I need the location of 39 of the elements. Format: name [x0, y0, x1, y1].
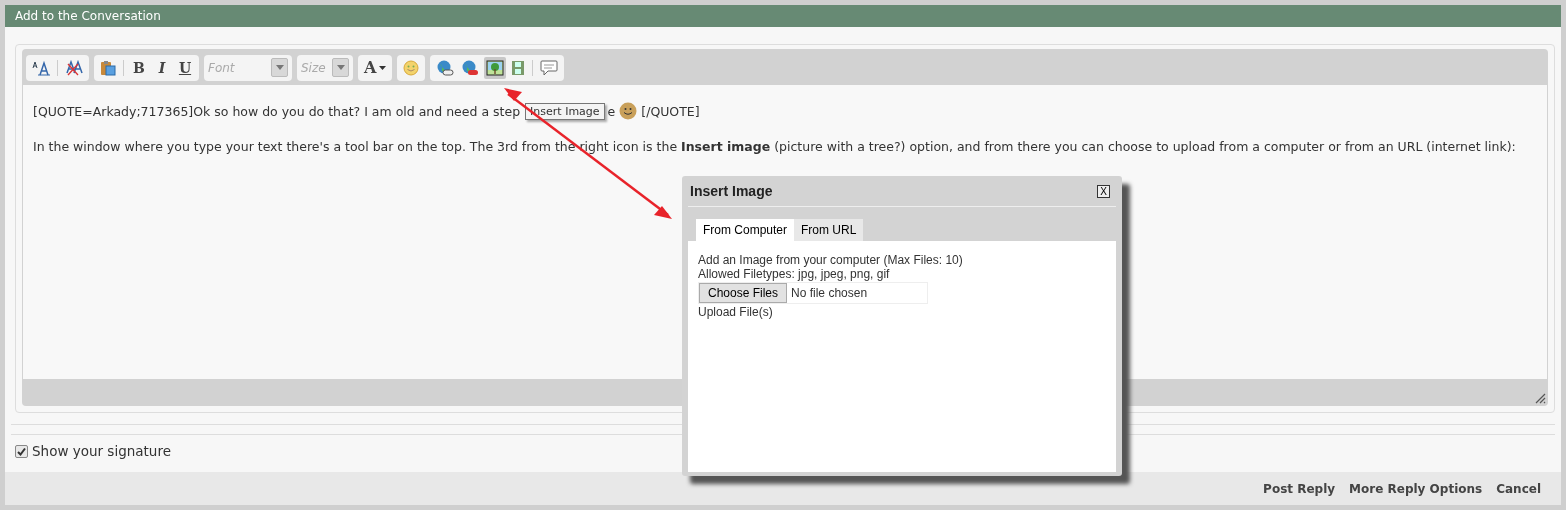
- checkbox[interactable]: [15, 444, 28, 458]
- tree-picture-icon: [486, 59, 505, 76]
- smiley-icon: [619, 102, 638, 120]
- info-text: Add an Image from your computer (Max Files: 10): [698, 253, 964, 267]
- smiley-icon: [403, 59, 420, 76]
- close-button[interactable]: X: [1097, 184, 1110, 198]
- choose-files-button[interactable]: Choose Files: [699, 283, 788, 303]
- quote-text: e: [607, 103, 616, 119]
- action-link[interactable]: Post Reply: [1263, 481, 1336, 496]
- font-style-icon: [32, 59, 50, 76]
- dropdown-icon: [332, 58, 349, 77]
- text-color-button[interactable]: A: [362, 56, 389, 79]
- quote-text: [/QUOTE]: [641, 103, 700, 119]
- resize-grip-icon[interactable]: [1534, 392, 1546, 404]
- action-link[interactable]: More Reply Options: [1349, 481, 1483, 496]
- globe-unlink-icon: [461, 59, 480, 76]
- caret-icon: [379, 65, 387, 70]
- format-button[interactable]: U: [175, 56, 195, 79]
- info-text: Allowed Filetypes: jpg, jpeg, png, gif: [698, 267, 891, 281]
- clipboard-icon: [100, 59, 116, 76]
- format-button[interactable]: I: [152, 56, 172, 79]
- dialog-title: Insert Image: [690, 183, 773, 199]
- quote-text: [QUOTE=Arkady;717365]Ok so how do you do that? I am old and need a step: [33, 103, 521, 119]
- checkbox-label: Show your signature: [32, 443, 171, 459]
- message-paragraph: In the window where you type your text there's a tool bar on the top. The 3rd from the right icon is the Insert image (picture with a tree?) option, and from there you can choose to upload from a computer or from an URL (internet link):: [33, 138, 1517, 156]
- dialog-tab[interactable]: From URL: [794, 219, 864, 241]
- file-input[interactable]: Choose Files No file chosen: [698, 282, 928, 304]
- film-icon: [511, 59, 526, 76]
- action-link[interactable]: Cancel: [1496, 481, 1541, 496]
- dropdown-icon: [271, 58, 288, 77]
- panel-title: Add to the Conversation: [15, 9, 161, 23]
- insert-image-button[interactable]: [484, 56, 507, 79]
- file-status: No file chosen: [790, 286, 868, 300]
- globe-link-icon: [436, 59, 455, 76]
- format-button[interactable]: B: [129, 56, 149, 79]
- remove-format-icon: [65, 59, 83, 76]
- speech-bubble-icon: [540, 59, 559, 76]
- upload-label: Upload File(s): [698, 305, 774, 319]
- dialog-tab[interactable]: From Computer: [696, 219, 795, 241]
